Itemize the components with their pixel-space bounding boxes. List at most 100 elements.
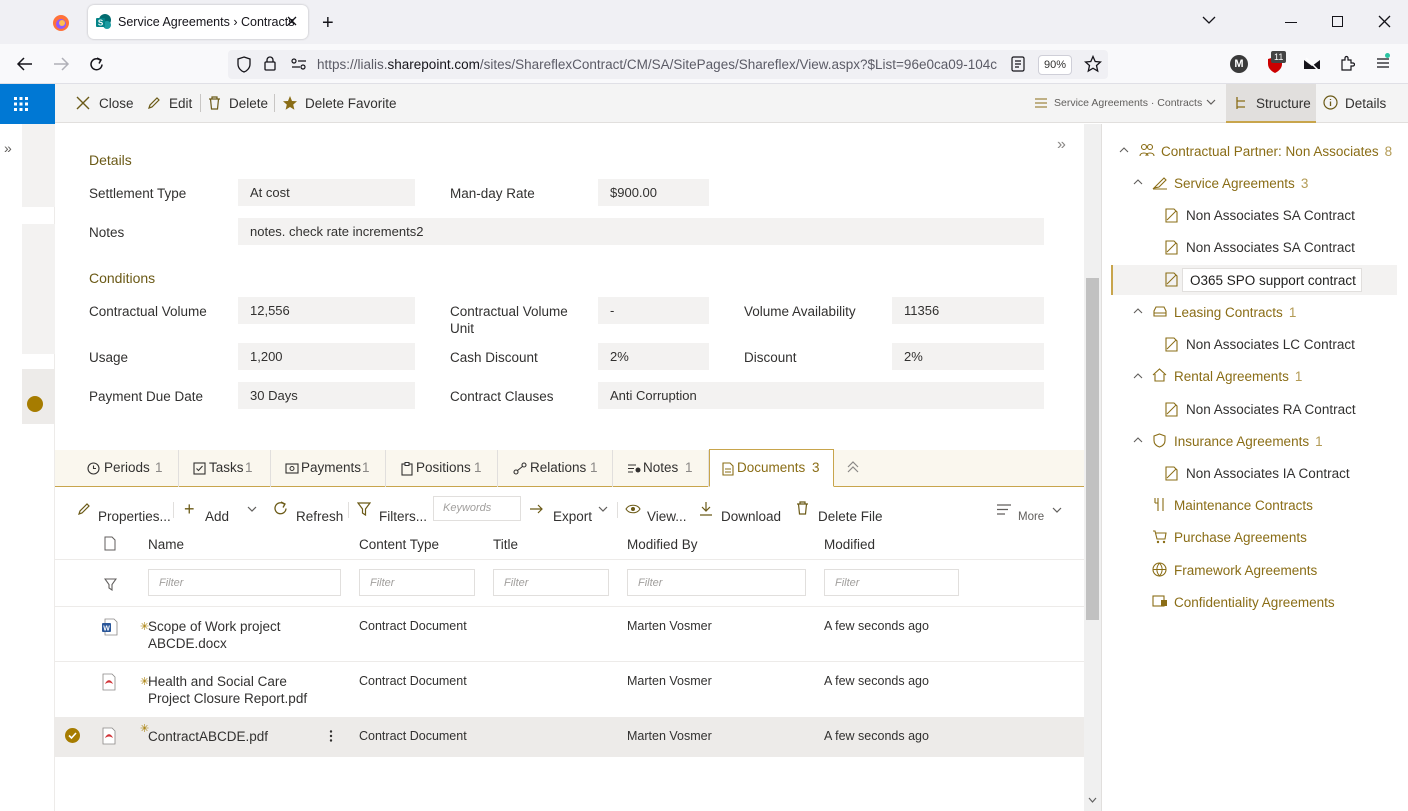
list-tabs-icon[interactable] [1202, 15, 1216, 25]
tree-confidentiality-agreements[interactable]: Confidentiality Agreements [1174, 595, 1335, 610]
tree-item-sa-contract-2[interactable]: Non Associates SA Contract [1186, 240, 1355, 255]
favorite-star-icon[interactable] [282, 95, 298, 111]
shield-icon[interactable] [236, 56, 252, 73]
back-icon[interactable] [16, 56, 34, 72]
tree-framework-agreements[interactable]: Framework Agreements [1174, 563, 1317, 578]
scrollbar-thumb[interactable] [1086, 278, 1099, 620]
view-button[interactable]: View... [647, 509, 687, 524]
export-button[interactable]: Export [553, 509, 592, 524]
tree-leasing-contracts[interactable]: Leasing Contracts 1 [1174, 305, 1296, 320]
filter-icon[interactable] [357, 502, 371, 516]
tree-root[interactable]: Contractual Partner: Non Associates 8 [1161, 144, 1392, 159]
col-modified-by[interactable]: Modified By [627, 537, 698, 552]
bookmark-star-icon[interactable] [1084, 55, 1102, 73]
forward-icon[interactable] [52, 56, 70, 72]
properties-icon[interactable] [77, 502, 91, 516]
permissions-icon[interactable] [290, 57, 308, 71]
edit-button[interactable]: Edit [169, 96, 192, 111]
reader-view-icon[interactable] [1011, 56, 1025, 72]
collapse-chevron-icon[interactable] [1133, 372, 1143, 379]
row-more-icon[interactable] [329, 729, 333, 743]
collapse-tabs-icon[interactable] [847, 460, 859, 474]
maximize-icon[interactable] [1332, 16, 1343, 27]
close-tab-icon[interactable] [286, 15, 298, 27]
filter-modified-by-input[interactable]: Filter [627, 569, 806, 596]
tab-relations[interactable]: Relations 1 [498, 450, 613, 487]
zoom-level[interactable]: 90% [1038, 55, 1072, 75]
row-check-icon[interactable] [65, 728, 80, 743]
delete-file-button[interactable]: Delete File [818, 509, 883, 524]
menu-icon[interactable] [1376, 57, 1390, 69]
chevron-down-icon[interactable] [1206, 98, 1216, 106]
tree-item-sa-contract-1[interactable]: Non Associates SA Contract [1186, 208, 1355, 223]
filters-button[interactable]: Filters... [379, 509, 427, 524]
reload-icon[interactable] [88, 56, 105, 73]
trash-icon[interactable] [208, 96, 221, 110]
tree-item-ia-contract[interactable]: Non Associates IA Contract [1186, 466, 1350, 481]
tree-item-ra-contract[interactable]: Non Associates RA Contract [1186, 402, 1356, 417]
lock-icon[interactable] [263, 55, 277, 72]
export-chevron-icon[interactable] [598, 506, 608, 513]
collapse-chevron-icon[interactable] [1133, 307, 1143, 314]
account-avatar[interactable]: M [1230, 55, 1248, 73]
collapse-chevron-icon[interactable] [1133, 436, 1143, 443]
more-lines-icon[interactable] [996, 504, 1012, 515]
expand-icon[interactable]: » [4, 140, 12, 156]
tree-service-agreements[interactable]: Service Agreements 3 [1174, 176, 1308, 191]
browser-tab[interactable]: S Service Agreements › Contracts [88, 5, 308, 39]
col-content-type[interactable]: Content Type [359, 537, 439, 552]
view-eye-icon[interactable] [625, 504, 641, 514]
scroll-down-icon[interactable] [1088, 797, 1097, 803]
download-icon[interactable] [699, 501, 713, 516]
filter-title-input[interactable]: Filter [493, 569, 609, 596]
keywords-search-input[interactable]: Keywords [433, 496, 521, 521]
export-icon[interactable] [529, 502, 545, 516]
refresh-icon[interactable] [273, 501, 288, 516]
tab-documents[interactable]: Documents 3 [709, 449, 834, 487]
url-text[interactable]: https://lialis.sharepoint.com/sites/Shar… [317, 57, 1027, 72]
minimize-icon[interactable] [1285, 22, 1297, 23]
tree-item-o365-contract[interactable]: O365 SPO support contract [1190, 273, 1356, 288]
breadcrumb[interactable]: Service Agreements · Contracts [1054, 97, 1202, 109]
tree-item-lc-contract[interactable]: Non Associates LC Contract [1186, 337, 1355, 352]
tree-insurance-agreements[interactable]: Insurance Agreements 1 [1174, 434, 1323, 449]
tree-rental-agreements[interactable]: Rental Agreements 1 [1174, 369, 1302, 384]
tab-payments[interactable]: Payments 1 [271, 450, 386, 487]
col-title[interactable]: Title [493, 537, 518, 552]
extensions-puzzle-icon[interactable] [1339, 55, 1355, 72]
details-button[interactable]: Details [1345, 96, 1386, 111]
edit-icon[interactable] [147, 96, 161, 110]
tab-positions[interactable]: Positions 1 [386, 450, 498, 487]
refresh-button[interactable]: Refresh [296, 509, 343, 524]
extension-icon[interactable] [1303, 56, 1321, 72]
filter-content-type-input[interactable]: Filter [359, 569, 475, 596]
add-button[interactable]: Add [205, 509, 229, 524]
close-icon[interactable] [76, 96, 90, 110]
delete-favorite-button[interactable]: Delete Favorite [305, 96, 397, 111]
filter-name-input[interactable]: Filter [148, 569, 341, 596]
tree-purchase-agreements[interactable]: Purchase Agreements [1174, 530, 1307, 545]
tab-tasks[interactable]: Tasks 1 [179, 450, 271, 487]
more-chevron-icon[interactable] [1052, 507, 1062, 514]
add-icon[interactable]: + [184, 500, 195, 518]
collapse-chevron-icon[interactable] [1119, 146, 1129, 153]
tab-periods[interactable]: Periods 1 [75, 450, 179, 487]
col-name[interactable]: Name [148, 537, 184, 552]
row-name[interactable]: Health and Social Care Project Closure Re… [148, 673, 307, 707]
more-button[interactable]: More [1018, 511, 1044, 523]
window-close-icon[interactable] [1378, 15, 1391, 28]
col-modified[interactable]: Modified [824, 537, 875, 552]
row-name[interactable]: Scope of Work project ABCDE.docx [148, 618, 281, 652]
new-tab-button[interactable]: + [322, 12, 334, 35]
app-launcher[interactable] [0, 84, 55, 124]
tab-notes[interactable]: Notes 1 [613, 450, 709, 487]
row-name[interactable]: ContractABCDE.pdf [148, 728, 268, 745]
collapse-chevron-icon[interactable] [1133, 178, 1143, 185]
info-icon[interactable] [1323, 95, 1338, 110]
delete-button[interactable]: Delete [229, 96, 268, 111]
add-dropdown-chevron-icon[interactable] [247, 506, 257, 513]
delete-file-icon[interactable] [796, 501, 809, 515]
properties-button[interactable]: Properties... [98, 509, 171, 524]
download-button[interactable]: Download [721, 509, 781, 524]
filter-modified-input[interactable]: Filter [824, 569, 959, 596]
